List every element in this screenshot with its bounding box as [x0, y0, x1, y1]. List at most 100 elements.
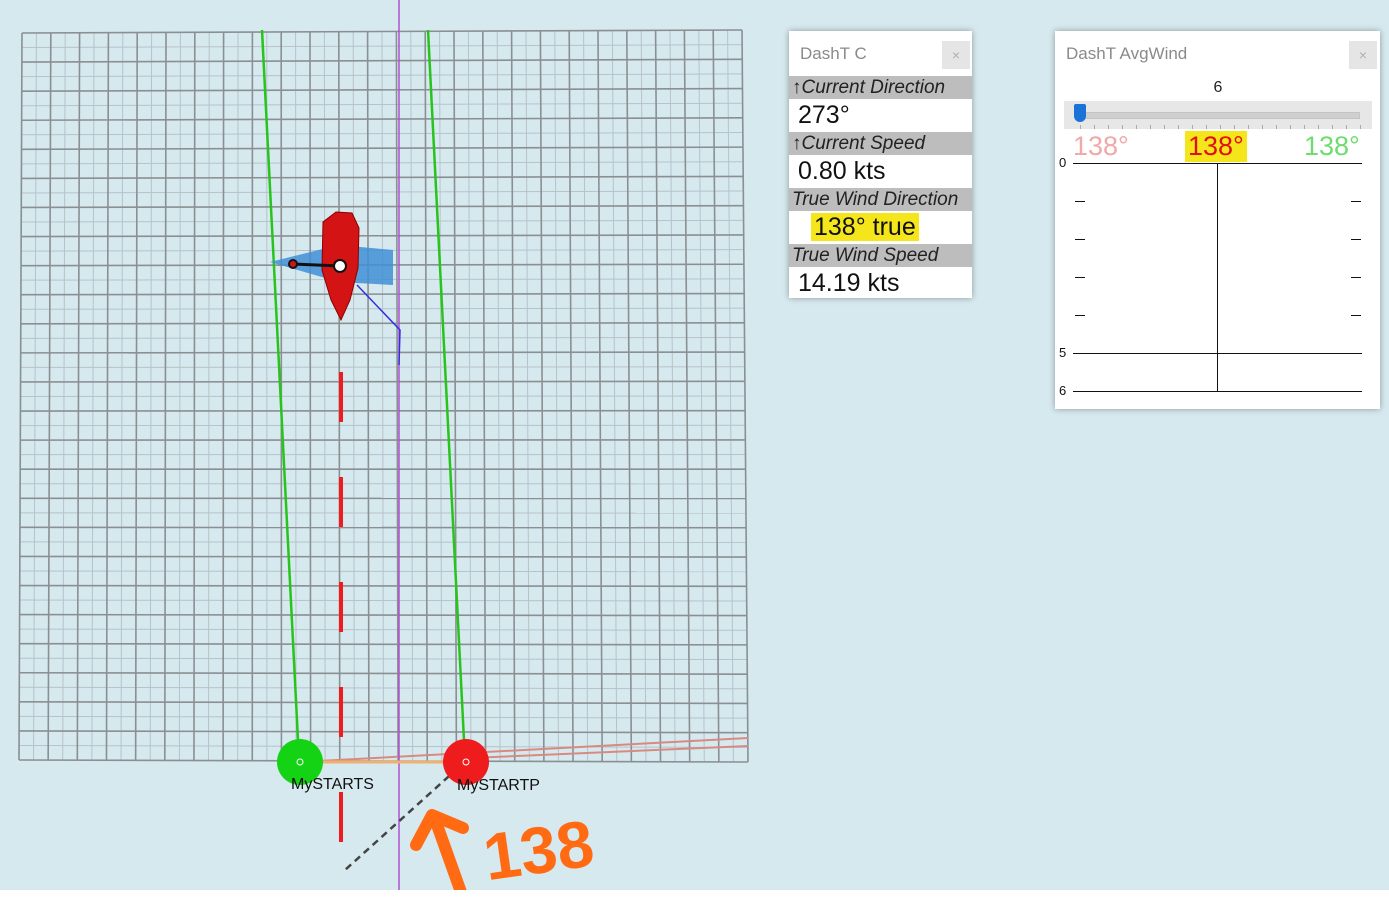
slider-tick: [1094, 125, 1095, 129]
boom-end-marker: [288, 259, 298, 269]
grid-line: [19, 671, 748, 675]
true-wind-direction-label: True Wind Direction: [789, 188, 972, 211]
avg-period-slider[interactable]: [1064, 101, 1372, 129]
wind-dir-avg: 138°: [1185, 131, 1247, 162]
true-wind-direction-value: 138° true: [811, 213, 919, 241]
slider-tick: [1360, 125, 1361, 129]
port-layline: [426, 29, 467, 761]
slider-rail: [1076, 112, 1360, 119]
dasht-c-close-button[interactable]: ×: [942, 41, 970, 69]
graph-line-5: [1073, 353, 1362, 354]
grid-line: [164, 32, 167, 761]
grid-line: [19, 657, 748, 661]
grid-line: [19, 541, 747, 543]
grid-line: [21, 204, 744, 209]
true-wind-speed-value: 14.19 kts: [798, 269, 900, 297]
grid-line: [21, 175, 744, 180]
dasht-avgwind-window[interactable]: DashT AvgWind × 6 138° 138° 138° 0 5 6: [1055, 31, 1380, 409]
grid-line: [20, 292, 745, 296]
slider-tick: [1136, 125, 1137, 129]
grid-line: [134, 32, 138, 761]
grid-line: [20, 321, 745, 325]
grid-line: [366, 31, 370, 761]
slider-tick: [1178, 125, 1179, 129]
graph-label-0: 0: [1059, 155, 1067, 170]
grid-line: [21, 146, 743, 151]
grid-line: [19, 584, 747, 588]
grid-line: [19, 613, 747, 617]
chart-grid-minor: [19, 30, 748, 762]
mark-mystartp-label: MySTARTP: [457, 777, 540, 794]
graph-line-6: [1073, 391, 1362, 392]
grid-line: [424, 31, 429, 762]
wind-dir-max: 138°: [1304, 131, 1360, 161]
graph-tick: [1351, 277, 1361, 278]
dasht-c-title: DashT C: [800, 44, 867, 63]
graph-label-5: 5: [1059, 345, 1067, 360]
boom-line: [292, 262, 341, 268]
slider-tick: [1290, 125, 1291, 129]
grid-line: [395, 31, 399, 762]
grid-line: [76, 32, 81, 761]
mark-mystarts-label: MySTARTS: [291, 776, 374, 793]
grid-line: [19, 570, 747, 573]
slider-ticks: [1080, 125, 1361, 129]
slider-tick: [1108, 125, 1109, 129]
avg-period-value: 6: [1213, 79, 1223, 96]
graph-tick: [1351, 239, 1361, 240]
slider-tick: [1080, 125, 1081, 129]
grid-line: [19, 730, 748, 734]
slider-tick: [1304, 125, 1305, 129]
graph-tick: [1075, 239, 1085, 240]
grid-line: [19, 642, 748, 646]
dasht-avgwind-close-button[interactable]: ×: [1349, 41, 1377, 69]
slider-tick: [1122, 125, 1123, 129]
true-wind-speed-label: True Wind Speed: [789, 244, 972, 267]
current-direction-value: 273°: [798, 101, 850, 129]
slider-tick: [1220, 125, 1221, 129]
slider-thumb[interactable]: [1074, 104, 1086, 122]
grid-line: [19, 599, 747, 602]
slider-tick: [1248, 125, 1249, 129]
graph-tick: [1351, 315, 1361, 316]
laylines-red-2: [469, 745, 749, 759]
wind-dir-min: 138°: [1073, 131, 1129, 161]
slider-tick: [1346, 125, 1347, 129]
dasht-avgwind-title: DashT AvgWind: [1066, 44, 1188, 63]
dasht-c-window[interactable]: DashT C × ↑Current Direction 273° ↑Curre…: [789, 31, 972, 298]
grid-line: [309, 31, 312, 761]
grid-line: [19, 628, 747, 631]
grid-line: [193, 32, 196, 761]
slider-tick: [1276, 125, 1277, 129]
slider-tick: [1234, 125, 1235, 129]
true-wind-direction-wrapper: 138° true: [811, 213, 919, 242]
annotation-text: 138: [479, 806, 598, 895]
grid-line: [20, 351, 745, 354]
current-speed-value: 0.80 kts: [798, 157, 886, 185]
grid-line: [20, 395, 746, 397]
annotation-arrow-icon: [410, 809, 469, 901]
graph-center-line: [1217, 163, 1218, 391]
slider-tick: [1150, 125, 1151, 129]
boat-center-marker: [333, 259, 347, 273]
laylines-red: [299, 737, 749, 763]
slider-tick: [1332, 125, 1333, 129]
slider-tick: [1206, 125, 1207, 129]
bottom-strip: [0, 890, 1389, 902]
graph-tick: [1075, 277, 1085, 278]
graph-tick: [1351, 201, 1361, 202]
slider-tick: [1262, 125, 1263, 129]
slider-tick: [1164, 125, 1165, 129]
grid-line: [20, 380, 745, 383]
slider-tick: [1192, 125, 1193, 129]
graph-label-6: 6: [1059, 383, 1067, 398]
slider-tick: [1318, 125, 1319, 129]
graph-tick: [1075, 201, 1085, 202]
grid-line: [19, 555, 747, 558]
grid-line: [19, 701, 748, 705]
grid-line: [21, 234, 744, 238]
current-speed-label: ↑Current Speed: [789, 132, 972, 155]
current-direction-label: ↑Current Direction: [789, 76, 972, 99]
graph-tick: [1075, 315, 1085, 316]
grid-line: [105, 32, 110, 761]
